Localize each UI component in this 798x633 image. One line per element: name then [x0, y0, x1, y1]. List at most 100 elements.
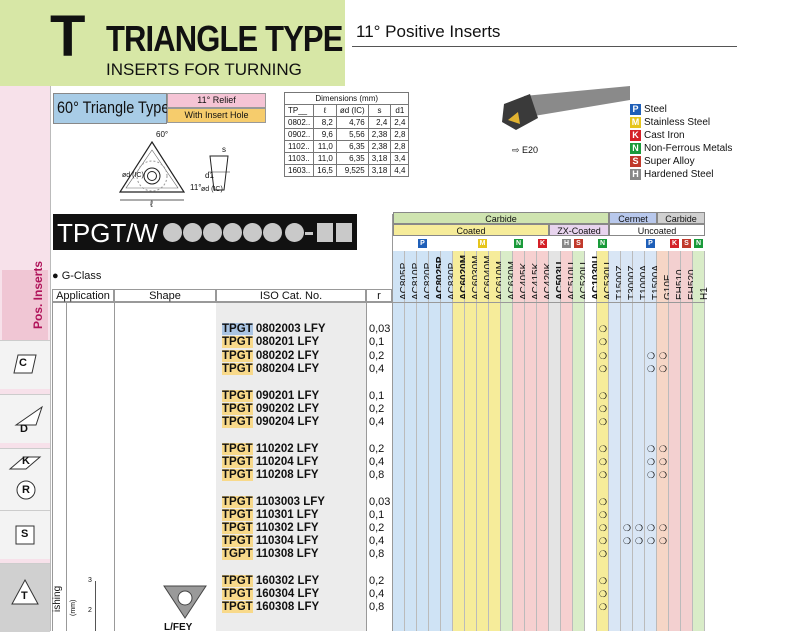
corner-radius: 0,2	[369, 443, 385, 455]
code-dot	[285, 223, 304, 242]
availability-mark: ❍	[647, 536, 656, 546]
tab-d[interactable]: D	[0, 394, 50, 443]
insert-number: 1103003 LFY	[255, 496, 325, 508]
insert-row[interactable]: TPGT 090204 LFY	[222, 416, 319, 428]
availability-mark: ❍	[599, 523, 608, 533]
corner-radius: 0,2	[369, 522, 385, 534]
tab-t[interactable]: T	[0, 563, 50, 632]
ordering-code-bar: TPGT/W	[53, 214, 357, 250]
dim-cell: 4,4	[390, 164, 410, 177]
corner-radius: 0,1	[369, 390, 385, 402]
grade-column	[573, 251, 585, 631]
chipbreaker-label: L/FEY	[164, 622, 193, 633]
code-square	[336, 223, 352, 242]
tab-s[interactable]: S	[0, 510, 50, 559]
dim-cell: 0802..	[283, 116, 315, 129]
grade-column	[405, 251, 417, 631]
scale-tick-2: 2	[88, 607, 92, 614]
availability-mark: ❍	[659, 364, 668, 374]
insert-shape-image	[163, 585, 207, 619]
dim-cell: 0902..	[283, 128, 315, 141]
holder-label: ⇨ E20	[512, 145, 539, 155]
insert-row[interactable]: TPGT 110202 LFY	[222, 443, 319, 455]
material-n-icon: N	[694, 239, 703, 248]
grade-column	[441, 251, 453, 631]
g-class-label: G-Class	[61, 270, 102, 282]
insert-row[interactable]: TPGT 0802003 LFY	[222, 323, 326, 335]
availability-mark: ❍	[599, 364, 608, 374]
dim-cell: 2,4	[367, 116, 392, 129]
grade-column	[621, 251, 633, 631]
l-label: ℓ	[150, 199, 153, 209]
insert-row[interactable]: TPGT 110204 LFY	[222, 456, 319, 468]
availability-mark: ❍	[659, 470, 668, 480]
legend-label: Stainless Steel	[644, 117, 711, 128]
insert-prefix: TPGT	[222, 522, 253, 534]
dim-row: 1103.. 11,0 6,35 3,18 3,4	[283, 152, 410, 165]
grade-name: AC415K	[525, 256, 542, 304]
availability-mark: ❍	[635, 536, 644, 546]
insert-prefix: TPGT	[222, 509, 253, 521]
grade-name: G10E	[657, 256, 674, 304]
grade-column	[453, 251, 465, 631]
insert-type-label: 60° Triangle Type	[57, 98, 170, 117]
insert-prefix: TPGT	[222, 336, 253, 348]
insert-row[interactable]: TPGT 080202 LFY	[222, 350, 319, 362]
insert-row[interactable]: TPGT 160302 LFY	[222, 575, 319, 587]
page-subtitle: INSERTS FOR TURNING	[106, 60, 302, 79]
grade-name: AC503U	[549, 256, 566, 304]
insert-row[interactable]: TPGT 080201 LFY	[222, 336, 319, 348]
dic-label: ød (IC)	[122, 172, 144, 179]
insert-row[interactable]: TPGT 110208 LFY	[222, 469, 319, 481]
group-carbide-2: Carbide	[657, 212, 705, 224]
tab-t-label: T	[21, 590, 28, 602]
scale-axis	[95, 581, 96, 631]
dim-cell: 16,5	[313, 164, 337, 177]
insert-row[interactable]: TPGT 090201 LFY	[222, 390, 319, 402]
dim-cell: 1603..	[283, 164, 315, 177]
col-application: Application	[52, 289, 114, 302]
legend-label: Non-Ferrous Metals	[644, 143, 733, 154]
insert-row[interactable]: TPGT 110302 LFY	[222, 522, 319, 534]
dim-cell: 3,4	[390, 152, 410, 165]
insert-drawing	[118, 140, 230, 201]
availability-mark: ❍	[659, 536, 668, 546]
insert-row[interactable]: TPGT 090202 LFY	[222, 403, 319, 415]
insert-row[interactable]: TGPT 110308 LFY	[222, 548, 319, 560]
insert-prefix: TPGT	[222, 390, 253, 402]
availability-mark: ❍	[599, 602, 608, 612]
material-p-icon: P	[646, 239, 655, 248]
material-k-icon: K	[670, 239, 679, 248]
table-border	[114, 302, 115, 631]
availability-mark: ❍	[647, 444, 656, 454]
dim-header: s	[367, 104, 392, 117]
grade-column	[669, 251, 681, 631]
group-zx-coated: ZX-Coated	[549, 224, 609, 236]
tab-k-r[interactable]: K R	[0, 448, 50, 511]
dim-row: 0802.. 8,2 4,76 2,4 2,4	[283, 116, 410, 129]
corner-radius: 0,8	[369, 548, 385, 560]
title-underline	[352, 46, 737, 47]
insert-row[interactable]: TPGT 1103003 LFY	[222, 496, 325, 508]
insert-row[interactable]: TPGT 160308 LFY	[222, 601, 319, 613]
legend-item-n: N Non-Ferrous Metals	[630, 143, 732, 154]
tab-c[interactable]: C	[0, 340, 50, 389]
insert-row[interactable]: TPGT 080204 LFY	[222, 363, 319, 375]
grade-name: AC510U	[561, 256, 578, 304]
dim-cell: 2,38	[367, 128, 392, 141]
dim-cell: 2,8	[390, 140, 410, 153]
insert-number: 090201 LFY	[255, 390, 320, 402]
pos-inserts-tab[interactable]: Pos. Inserts	[2, 261, 48, 340]
insert-row[interactable]: TPGT 110301 LFY	[222, 509, 319, 521]
dimension-title: Dimensions (mm)	[283, 92, 410, 105]
insert-number: 080202 LFY	[255, 350, 320, 362]
availability-mark: ❍	[635, 523, 644, 533]
insert-number: 160302 LFY	[255, 575, 320, 587]
material-n-icon: N	[514, 239, 523, 248]
insert-prefix: TPGT	[222, 575, 253, 587]
availability-mark: ❍	[659, 523, 668, 533]
insert-row[interactable]: TPGT 160304 LFY	[222, 588, 319, 600]
material-p-icon: P	[418, 239, 427, 248]
insert-row[interactable]: TPGT 110304 LFY	[222, 535, 319, 547]
table-border	[366, 302, 367, 631]
